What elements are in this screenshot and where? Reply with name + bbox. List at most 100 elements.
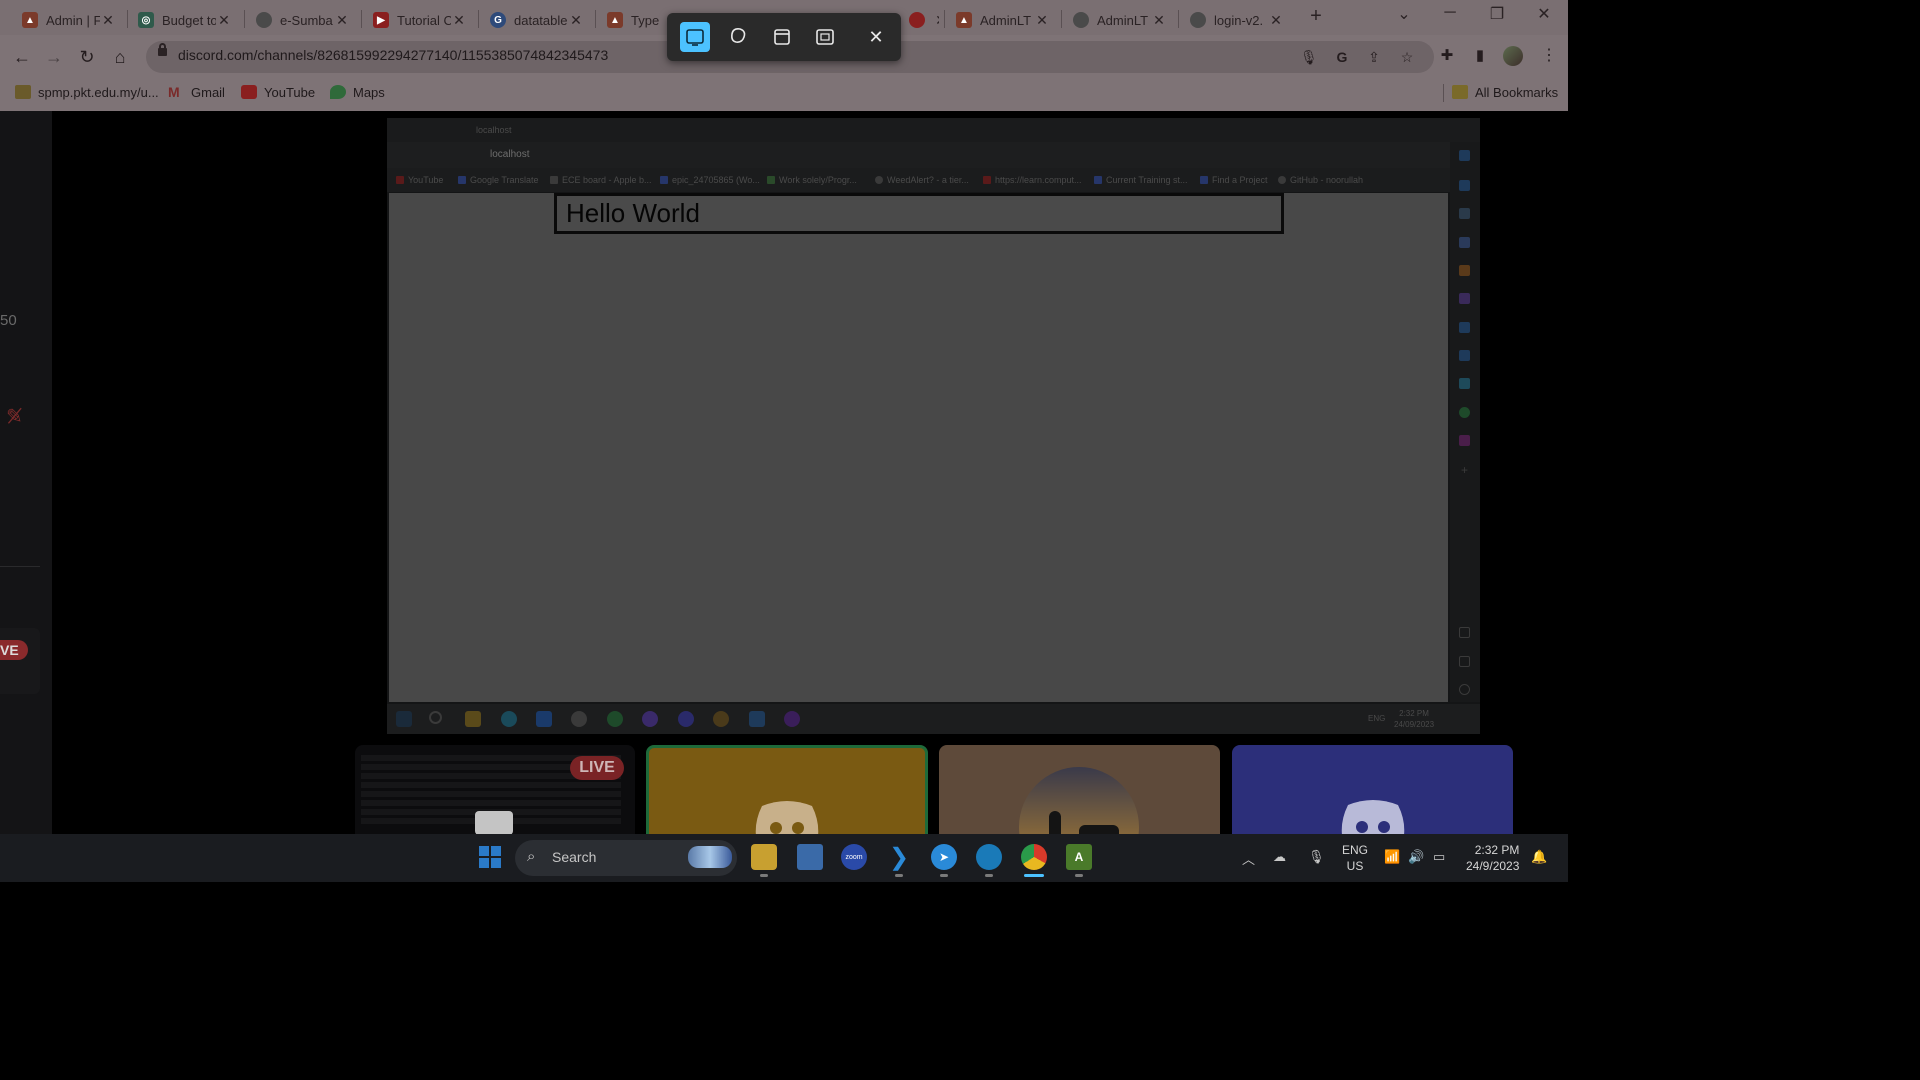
all-bookmarks[interactable]: All Bookmarks: [1452, 84, 1558, 100]
blue-avatar-tile[interactable]: [1232, 745, 1513, 834]
shared-url: localhost: [490, 149, 530, 160]
system-clock[interactable]: 2:32 PM 24/9/2023: [1466, 842, 1519, 874]
chrome-icon[interactable]: [1021, 844, 1047, 870]
share-icon[interactable]: ⇪: [1366, 49, 1382, 65]
shared-bookmark: WeedAlert? - a tier...: [875, 175, 969, 185]
stream-card[interactable]: [0, 628, 40, 694]
tab-budget[interactable]: ◎ Budget to ✕: [130, 5, 240, 35]
running-indicator: [985, 874, 993, 877]
search-icon: ⌕: [527, 848, 536, 865]
clock-time: 2:32 PM: [1474, 843, 1520, 857]
discord-left-panel: [0, 111, 52, 834]
tab-close-icon[interactable]: ✕: [451, 12, 467, 29]
profile-avatar[interactable]: [1503, 46, 1523, 66]
input-language[interactable]: ENG US: [1342, 842, 1368, 874]
sidebar-layout-icon: [1459, 627, 1470, 638]
tab-close-icon[interactable]: ✕: [216, 12, 232, 29]
tab-adminlte-1[interactable]: ▲ AdminLT ✕: [948, 5, 1058, 35]
reload-icon[interactable]: ↻: [76, 46, 98, 68]
windows-start-button[interactable]: [477, 844, 503, 870]
extensions-icon[interactable]: ✚: [1438, 47, 1456, 65]
volume-icon[interactable]: 🔊: [1408, 849, 1424, 865]
rectangle-snip-button[interactable]: [680, 22, 710, 52]
running-indicator: [895, 874, 903, 877]
tab-tutorial[interactable]: ▶ Tutorial C ✕: [365, 5, 475, 35]
telegram-icon[interactable]: ➤: [931, 844, 957, 870]
window-snip-button[interactable]: [767, 22, 797, 52]
forward-icon[interactable]: →: [43, 46, 65, 68]
tab-divider: [127, 10, 128, 28]
notifications-icon[interactable]: 🔔: [1531, 849, 1547, 865]
minimize-icon[interactable]: ─: [1440, 4, 1460, 22]
youtube-icon: [396, 176, 404, 184]
translate-icon: [458, 176, 466, 184]
url-text[interactable]: discord.com/channels/826815992294277140/…: [178, 47, 608, 63]
battery-icon[interactable]: ▭: [1433, 849, 1445, 865]
search-highlight-icon[interactable]: [688, 846, 732, 868]
close-window-icon[interactable]: ✕: [1534, 4, 1554, 24]
running-indicator: [940, 874, 948, 877]
search-icon: [429, 711, 442, 724]
shared-bookmark: Find a Project: [1200, 175, 1268, 185]
tab-adminlte-2[interactable]: AdminLT ✕: [1065, 5, 1175, 35]
sidebar-app-icon: [1459, 237, 1470, 248]
wifi-icon[interactable]: 📶: [1384, 849, 1400, 865]
tab-close-icon[interactable]: ✕: [1034, 12, 1050, 29]
tab-login[interactable]: login-v2. ✕: [1182, 5, 1292, 35]
bookmark-youtube[interactable]: YouTube: [241, 84, 315, 100]
tab-close-icon[interactable]: ✕: [1268, 12, 1284, 29]
youtube-icon: ▶: [373, 12, 389, 28]
page-heading: Hello World: [566, 198, 700, 228]
vscode-icon[interactable]: ❯: [886, 844, 912, 871]
tab-divider: [361, 10, 362, 28]
back-icon[interactable]: ←: [11, 46, 33, 68]
tab-label: Admin | F: [46, 12, 100, 28]
bookmark-gmail[interactable]: M Gmail: [168, 84, 225, 100]
maximize-icon[interactable]: ❐: [1487, 4, 1507, 24]
shared-bookmark-label: Google Translate: [470, 175, 539, 185]
sunset-avatar-tile[interactable]: [939, 745, 1220, 834]
edge-icon[interactable]: [976, 844, 1002, 870]
tab-recording[interactable]: ✕: [901, 5, 939, 35]
tab-admin[interactable]: ▲ Admin | F ✕: [14, 5, 124, 35]
tab-close-icon[interactable]: ✕: [334, 12, 350, 29]
onedrive-icon[interactable]: ☁: [1273, 849, 1286, 865]
zoom-icon[interactable]: zoom: [841, 844, 867, 870]
page-icon: [550, 176, 558, 184]
muted-microphone-icon[interactable]: ✎̸: [6, 405, 30, 429]
freeform-snip-button[interactable]: [723, 22, 753, 52]
shared-browser-toolbar: [387, 142, 1480, 168]
more-menu-icon[interactable]: ⋮: [1541, 46, 1557, 66]
bookmark-maps[interactable]: Maps: [330, 84, 385, 100]
microphone-icon[interactable]: 🎙: [1300, 49, 1318, 65]
yellow-avatar-tile[interactable]: [646, 745, 928, 834]
file-explorer-icon[interactable]: [751, 844, 777, 870]
cube-app-icon[interactable]: [797, 844, 823, 870]
bookmark-spmp[interactable]: spmp.pkt.edu.my/u...: [15, 84, 159, 100]
close-snip-button[interactable]: ✕: [861, 22, 891, 52]
app-icon[interactable]: A: [1066, 844, 1092, 870]
silhouette-figure: [1079, 825, 1119, 834]
tab-close-icon[interactable]: ✕: [933, 12, 939, 29]
tab-close-icon[interactable]: ✕: [100, 12, 116, 29]
home-icon[interactable]: ⌂: [109, 46, 131, 68]
tab-search-icon[interactable]: ⌄: [1394, 4, 1414, 24]
tab-close-icon[interactable]: ✕: [1151, 12, 1167, 29]
tab-close-icon[interactable]: ✕: [568, 12, 584, 29]
fullscreen-snip-button[interactable]: [810, 22, 840, 52]
sunset-avatar: [1019, 767, 1139, 834]
shared-bookmark-label: Work solely/Progr...: [779, 175, 857, 185]
tab-datatable[interactable]: G datatable ✕: [482, 5, 592, 35]
tab-esumba[interactable]: e-Sumba ✕: [248, 5, 358, 35]
taskbar-search-label: Search: [552, 849, 597, 865]
record-icon: [909, 12, 925, 28]
side-panel-icon[interactable]: ▮: [1471, 47, 1489, 65]
microphone-icon[interactable]: 🎙: [1308, 849, 1325, 865]
shared-bookmark: ECE board - Apple b...: [550, 175, 652, 185]
outlook-icon: [1459, 350, 1470, 361]
show-hidden-icons[interactable]: ︿: [1242, 849, 1255, 868]
bookmark-star-icon[interactable]: ☆: [1399, 49, 1415, 65]
new-tab-button[interactable]: +: [1306, 6, 1326, 26]
tab-typeerror[interactable]: ▲ TypeErr: [599, 5, 667, 35]
google-lens-icon[interactable]: G: [1334, 49, 1350, 65]
